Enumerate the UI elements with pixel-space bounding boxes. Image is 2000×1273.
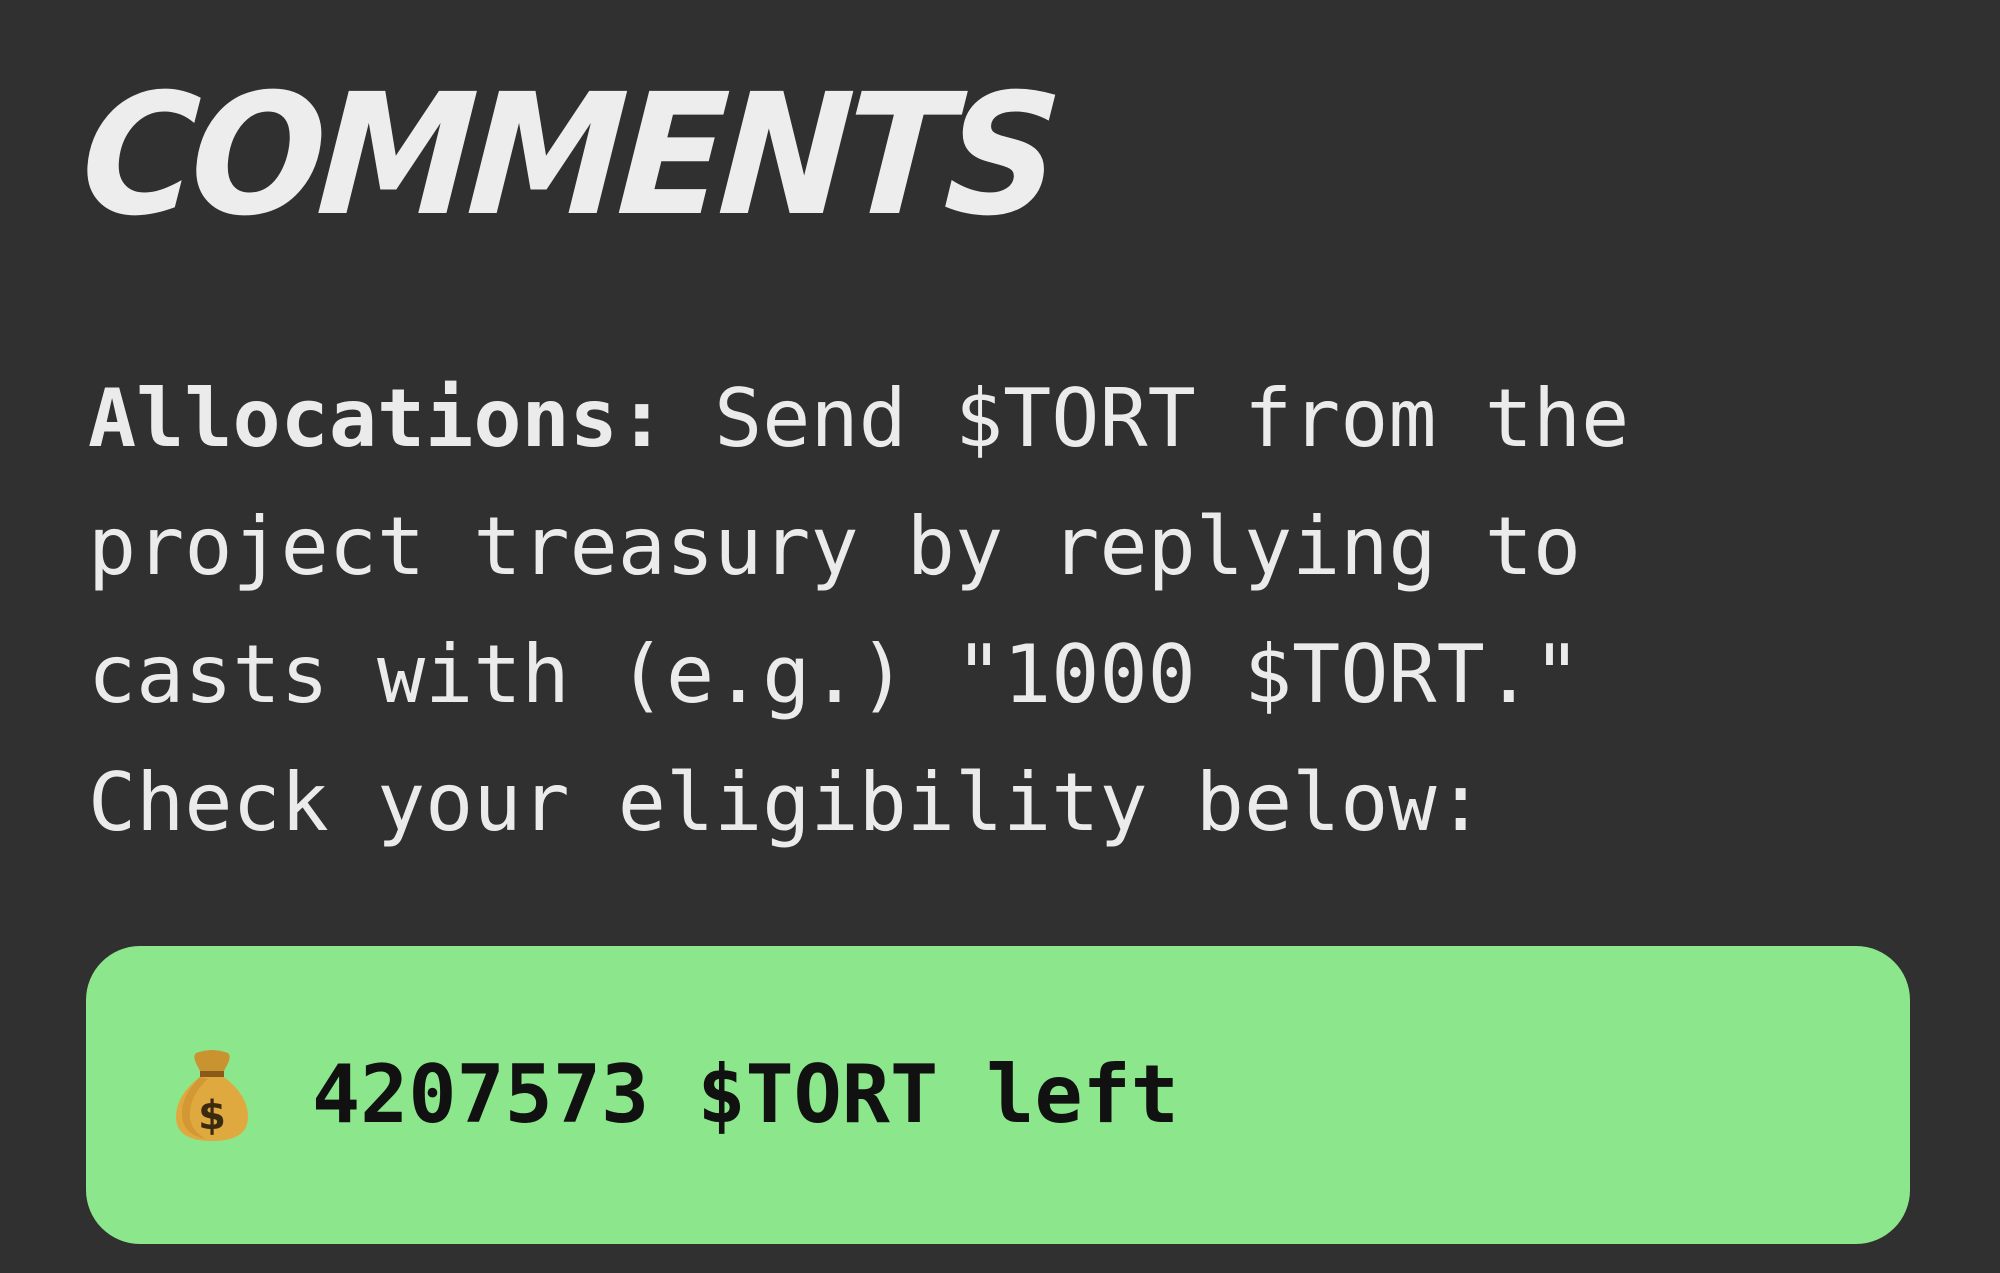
svg-text:$: $: [198, 1093, 226, 1139]
money-bag-icon: $: [170, 1047, 254, 1143]
allocations-description: Allocations: Send $TORT from the project…: [88, 355, 1908, 867]
description-line-3: casts with (e.g.) "1000 $TORT.": [88, 628, 1582, 721]
description-line-1-text: Send $TORT from the: [665, 372, 1630, 465]
comments-title: COMMENTS: [76, 58, 1060, 254]
description-line-2: project treasury by replying to: [88, 500, 1582, 593]
comments-panel: COMMENTS Allocations: Send $TORT from th…: [0, 0, 2000, 1273]
description-line-4: Check your eligibility below:: [88, 756, 1485, 849]
tort-remaining-banner: $ 4207573 $TORT left: [86, 946, 1910, 1244]
tort-remaining-text: 4207573 $TORT left: [312, 1048, 1179, 1141]
description-line-1: Allocations: Send $TORT from the: [88, 355, 1908, 483]
allocations-label: Allocations:: [88, 372, 666, 465]
